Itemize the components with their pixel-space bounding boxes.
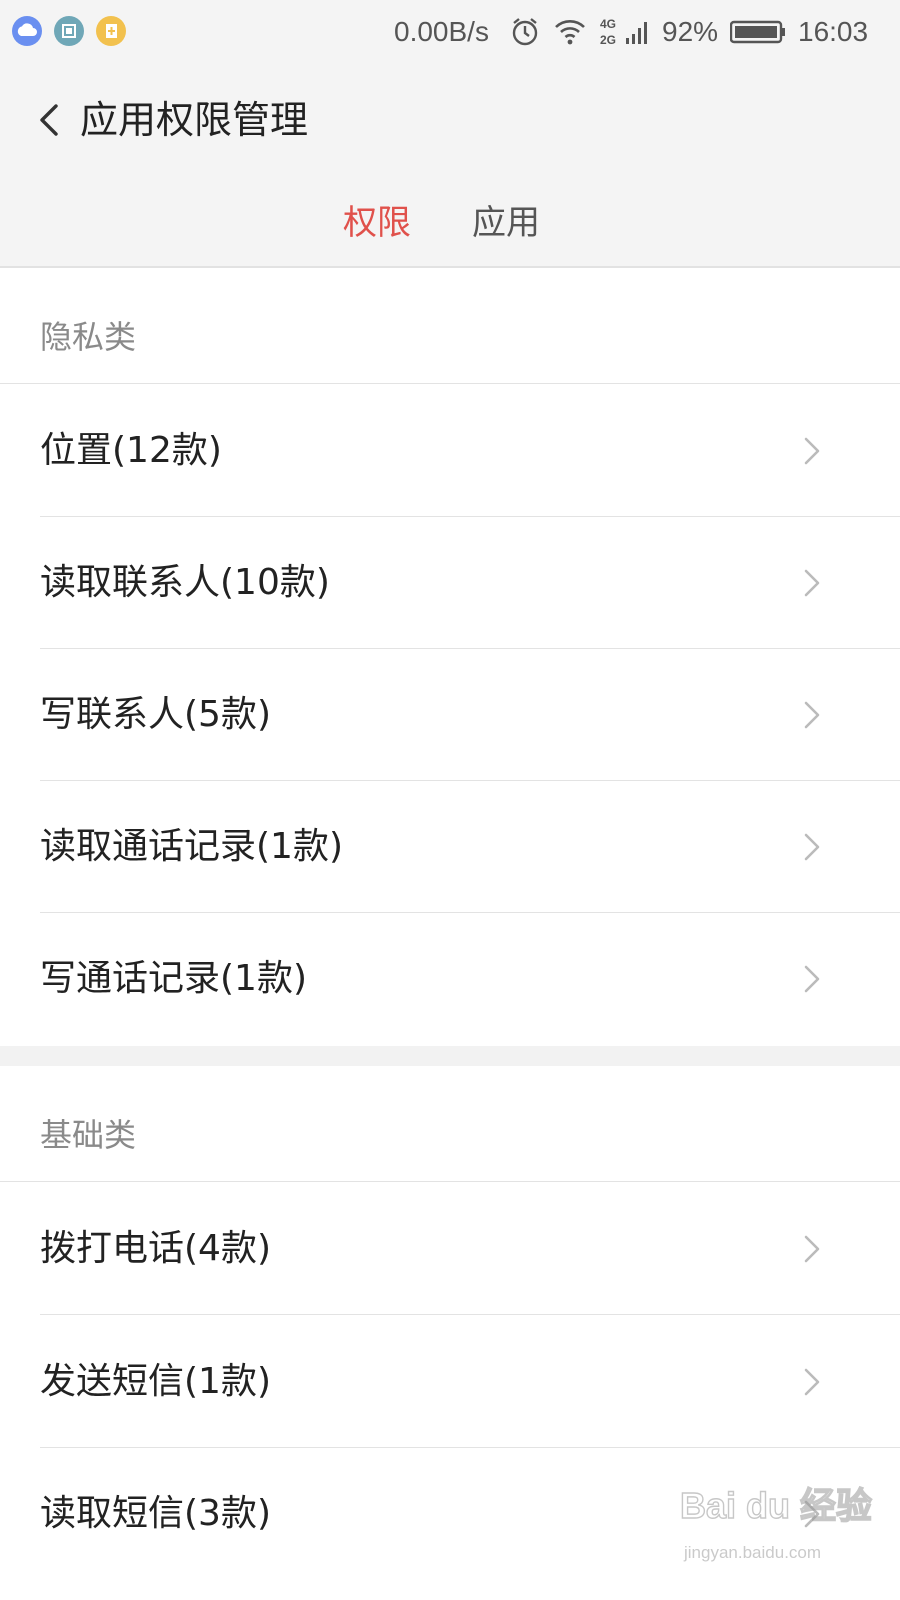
list-item-label: 发送短信(1款) (40, 1361, 271, 1402)
chevron-right-icon (800, 1362, 824, 1402)
file-icon (96, 16, 126, 46)
battery-percentage: 92% (662, 16, 719, 47)
list-item-label: 写联系人(5款) (40, 694, 271, 735)
section-divider (0, 1046, 900, 1066)
screenshot-icon (54, 16, 84, 46)
list-item-write-call-log[interactable]: 写通话记录(1款) (0, 913, 900, 1045)
battery-icon (729, 20, 786, 44)
app-header: 应用权限管理 权限 应用 (0, 64, 900, 268)
list-item-make-calls[interactable]: 拨打电话(4款) (0, 1183, 900, 1315)
tab-permissions[interactable]: 权限 (343, 200, 411, 246)
watermark-brand: Bai du 经验 (680, 1485, 872, 1526)
clock: 16:03 (798, 16, 869, 47)
alarm-icon (510, 14, 540, 50)
signal-icon: 4G 2G (600, 14, 650, 50)
section-header-privacy: 隐私类 (0, 268, 900, 384)
section-title: 隐私类 (40, 318, 137, 356)
list-item-label: 写通话记录(1款) (40, 958, 307, 999)
divider (40, 1314, 900, 1315)
chevron-right-icon (800, 827, 824, 867)
page-title: 应用权限管理 (80, 98, 309, 142)
list-item-label: 读取通话记录(1款) (40, 826, 343, 867)
section-title: 基础类 (40, 1116, 137, 1154)
list-item-read-contacts[interactable]: 读取联系人(10款) (0, 517, 900, 649)
network-4g-label: 4G (600, 17, 616, 31)
list-item-label: 位置(12款) (40, 430, 222, 471)
back-button[interactable] (30, 94, 70, 146)
section-header-basic: 基础类 (0, 1066, 900, 1182)
network-2g-label: 2G (600, 33, 616, 47)
cloud-icon (12, 16, 42, 46)
chevron-right-icon (800, 431, 824, 471)
list-item-write-contacts[interactable]: 写联系人(5款) (0, 649, 900, 781)
list-item-read-call-log[interactable]: 读取通话记录(1款) (0, 781, 900, 913)
list-item-location[interactable]: 位置(12款) (0, 385, 900, 517)
list-item-label: 读取联系人(10款) (40, 562, 330, 603)
wifi-icon (554, 14, 586, 50)
status-bar: 0.00B/s 4G 2G 92% 16:03 (0, 0, 900, 64)
list-item-label: 读取短信(3款) (40, 1493, 271, 1534)
tab-apps[interactable]: 应用 (472, 200, 540, 246)
watermark-url: jingyan.baidu.com (683, 1543, 821, 1562)
baidu-jingyan-watermark: Bai du 经验 jingyan.baidu.com (676, 1466, 890, 1576)
chevron-right-icon (800, 695, 824, 735)
chevron-right-icon (800, 1229, 824, 1269)
chevron-right-icon (800, 563, 824, 603)
chevron-left-icon (40, 104, 58, 136)
list-item-send-sms[interactable]: 发送短信(1款) (0, 1316, 900, 1448)
list-item-label: 拨打电话(4款) (40, 1228, 271, 1269)
chevron-right-icon (800, 959, 824, 999)
network-speed: 0.00B/s (394, 16, 489, 47)
